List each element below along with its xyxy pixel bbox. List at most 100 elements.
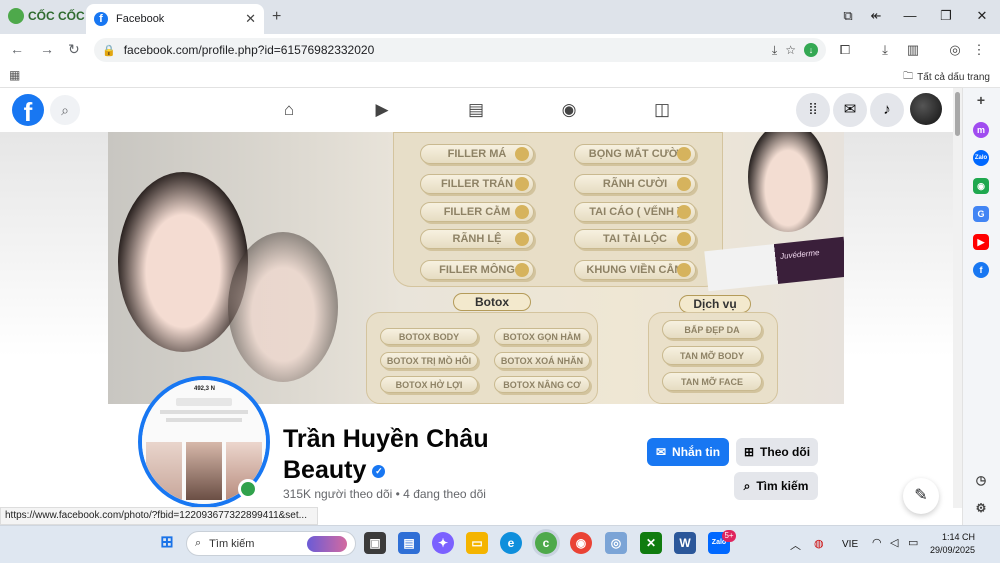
compose-message-icon[interactable]: ✎: [903, 478, 939, 514]
system-clock[interactable]: 1:14 CH 29/09/2025: [930, 531, 975, 557]
file-explorer-icon[interactable]: ▭: [466, 532, 488, 554]
back-history-icon[interactable]: ↞: [864, 8, 888, 24]
botox-pill: BOTOX XOÁ NHĂN: [494, 352, 590, 369]
facebook-search-icon[interactable]: ⌕: [50, 95, 80, 125]
account-avatar[interactable]: [910, 93, 942, 125]
download-status-icon[interactable]: ↓: [804, 43, 818, 57]
volume-icon[interactable]: ◁: [890, 536, 898, 549]
screenshot-icon[interactable]: ⧉: [836, 8, 860, 24]
close-tab-icon[interactable]: ✕: [245, 11, 256, 27]
video-icon[interactable]: ▶: [370, 98, 394, 122]
youtube-panel-icon[interactable]: ▶: [973, 234, 989, 250]
messenger-panel-icon[interactable]: m: [973, 122, 989, 138]
site-info-icon[interactable]: 🔒: [102, 44, 116, 57]
zalo-panel-icon[interactable]: Zalo: [973, 150, 989, 166]
home-icon[interactable]: ⌂: [277, 98, 301, 122]
forward-icon[interactable]: →: [40, 41, 54, 57]
marketplace-icon[interactable]: ▤: [464, 98, 488, 122]
search-icon: ⌕: [743, 478, 751, 493]
xbox-icon[interactable]: ✕: [640, 532, 662, 554]
avatar-bio-line: [160, 410, 248, 414]
photos-icon[interactable]: ◎: [605, 532, 627, 554]
coccoc-logo[interactable]: CỐC CỐC: [8, 8, 85, 24]
scrollbar-thumb[interactable]: [955, 92, 960, 136]
input-language[interactable]: VIE: [842, 539, 858, 550]
groups-icon[interactable]: ◉: [557, 98, 581, 122]
task-view-icon[interactable]: ▣: [364, 532, 386, 554]
battery-icon[interactable]: ▭: [908, 536, 918, 549]
menu-grid-icon[interactable]: ⁞⁞: [796, 93, 830, 127]
apps-grid-icon[interactable]: ▦: [9, 68, 20, 82]
game-panel-icon[interactable]: ◉: [973, 178, 989, 194]
history-icon[interactable]: ◷: [973, 472, 989, 488]
facebook-logo-icon[interactable]: f: [12, 94, 44, 127]
edge-icon[interactable]: e: [500, 532, 522, 554]
filler-pill: TAI TÀI LỘC: [574, 229, 696, 249]
facebook-favicon-icon: f: [94, 12, 108, 26]
search-dot-icon: [677, 147, 691, 161]
copilot-icon[interactable]: ✦: [432, 532, 454, 554]
close-window-icon[interactable]: ✕: [970, 8, 994, 24]
filler-pill: FILLER TRÁN: [420, 174, 534, 194]
wifi-icon[interactable]: ◠: [872, 536, 882, 549]
translate-panel-icon[interactable]: G: [973, 206, 989, 222]
follow-button[interactable]: ⊞ Theo dõi: [736, 438, 818, 466]
minimize-icon[interactable]: —: [898, 8, 922, 23]
profile-name: Trần Huyền Châu Beauty ✓: [283, 425, 489, 484]
menu-icon[interactable]: ⋮: [970, 42, 988, 58]
filler-pill: RÃNH CƯỜI: [574, 174, 696, 194]
sidebar-toggle-icon[interactable]: ▥: [904, 42, 922, 58]
profile-stats[interactable]: 315K người theo dõi • 4 đang theo dõi: [283, 487, 486, 501]
extensions-icon[interactable]: ⧠: [836, 42, 854, 58]
bookmark-star-icon[interactable]: ☆: [785, 43, 796, 57]
online-status-dot: [238, 479, 258, 499]
coccoc-taskbar-icon[interactable]: c: [535, 532, 557, 554]
message-button[interactable]: ✉ Nhắn tin: [647, 438, 729, 466]
tab-facebook[interactable]: f Facebook ✕: [86, 4, 264, 34]
botox-pill: BOTOX BODY: [380, 328, 478, 345]
downloads-icon[interactable]: ⤓: [876, 42, 894, 58]
chrome-icon[interactable]: ◉: [570, 532, 592, 554]
show-hidden-icons-chevron-icon[interactable]: ︿: [790, 537, 801, 553]
restore-icon[interactable]: ❐: [934, 8, 958, 24]
start-windows-icon[interactable]: ⊞: [156, 532, 178, 554]
botox-pill: BOTOX NÂNG CƠ: [494, 376, 590, 393]
search-icon: ⌕: [195, 537, 202, 549]
avatar-buttons: [176, 398, 232, 406]
search-dot-icon: [677, 205, 691, 219]
tab-title: Facebook: [116, 13, 165, 25]
product-box: [704, 236, 844, 292]
cover-photo[interactable]: Juvéderme FILLER MÁ FILLER TRÁN FILLER C…: [108, 132, 844, 404]
scrollbar[interactable]: [953, 88, 962, 508]
notifications-bell-icon[interactable]: ♪: [870, 93, 904, 127]
address-url[interactable]: facebook.com/profile.php?id=615769823320…: [124, 43, 764, 57]
profile-search-button[interactable]: ⌕ Tìm kiếm: [734, 472, 818, 500]
all-bookmarks[interactable]: 🗀 Tất cả dấu trang: [903, 69, 990, 86]
profile-icon[interactable]: ◎: [946, 42, 964, 58]
messenger-icon[interactable]: ✉: [833, 93, 867, 127]
facebook-panel-icon[interactable]: f: [973, 262, 989, 278]
security-tray-icon[interactable]: ◍: [814, 537, 824, 550]
filler-pill: TAI CÁO ( VỂNH ): [574, 202, 696, 222]
search-dot-icon: [515, 232, 529, 246]
search-dot-icon: [515, 147, 529, 161]
search-highlight-image: [307, 535, 347, 552]
avatar-count: 492,3 N: [194, 386, 216, 392]
search-dot-icon: [677, 263, 691, 277]
add-panel-icon[interactable]: +: [973, 92, 989, 108]
address-bar[interactable]: 🔒 facebook.com/profile.php?id=6157698233…: [94, 38, 826, 62]
settings-gear-icon[interactable]: ⚙: [973, 500, 989, 516]
coccoc-leaf-icon: [8, 8, 24, 24]
filler-pill: RÃNH LỆ: [420, 229, 534, 249]
taskbar-search[interactable]: ⌕ Tìm kiếm: [186, 531, 356, 556]
section-dich-vu: Dịch vụ: [679, 295, 751, 313]
back-icon[interactable]: ←: [10, 41, 24, 57]
word-icon[interactable]: W: [674, 532, 696, 554]
install-icon[interactable]: ⤓: [772, 43, 777, 58]
filler-pill: FILLER MÔNG: [420, 260, 534, 280]
gaming-icon[interactable]: ◫: [650, 98, 674, 122]
store-icon[interactable]: ▤: [398, 532, 420, 554]
new-tab-icon[interactable]: +: [272, 8, 281, 26]
bookmarks-bar: [0, 64, 1000, 88]
reload-icon[interactable]: ↻: [68, 41, 80, 58]
